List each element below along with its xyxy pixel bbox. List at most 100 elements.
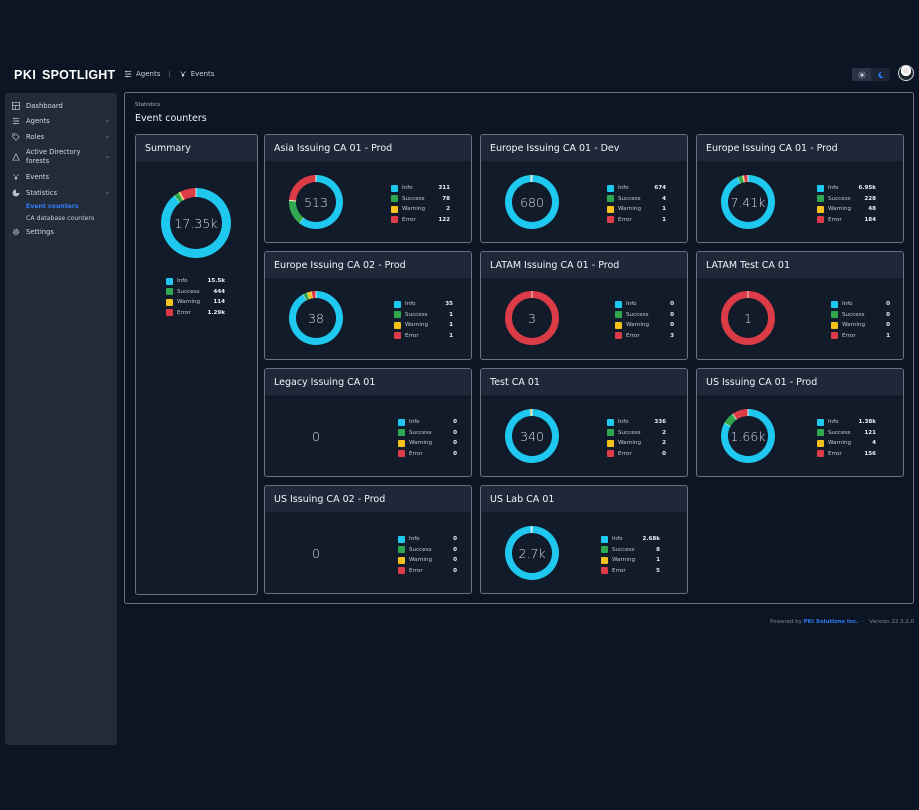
ca-card-us-lab-ca-01: US Lab CA 01 2.7k Info 2.68k Success 8 Warning… <box>480 485 688 594</box>
legend-item-info[interactable]: Info 0 <box>398 534 457 545</box>
donut-slice-error[interactable] <box>732 409 749 420</box>
legend-item-success[interactable]: Success 228 <box>817 194 876 205</box>
legend-label: Info <box>842 301 853 308</box>
theme-toggle[interactable] <box>852 68 890 81</box>
legend-item-error[interactable]: Error 1 <box>394 331 453 342</box>
legend-item-success[interactable]: Success 4 <box>607 194 666 205</box>
legend-item-info[interactable]: Info 35 <box>394 299 453 310</box>
legend-value: 2.68k <box>642 536 660 543</box>
donut-slice-success[interactable] <box>303 292 310 301</box>
legend-value: 5 <box>656 567 660 574</box>
legend-label: Success <box>409 429 432 436</box>
legend-item-info[interactable]: Info 2.68k <box>601 534 660 545</box>
legend-swatch-success <box>166 288 173 296</box>
legend-item-info[interactable]: Info 0 <box>615 299 674 310</box>
legend-item-warning[interactable]: Warning 1 <box>607 204 666 215</box>
sidebar-item-roles[interactable]: Roles <box>5 129 117 145</box>
donut-slice-success[interactable] <box>174 192 184 203</box>
sidebar-item-settings[interactable]: Settings <box>5 225 117 241</box>
legend-value: 0 <box>886 311 890 318</box>
legend-item-error[interactable]: Error 0 <box>398 566 457 577</box>
legend-item-success[interactable]: Success 1 <box>394 310 453 321</box>
legend-label: Info <box>177 278 188 285</box>
sidebar-item-events[interactable]: Events <box>5 170 117 186</box>
user-avatar[interactable] <box>898 65 914 81</box>
legend-item-success[interactable]: Success 0 <box>398 545 457 556</box>
legend-item-error[interactable]: Error 156 <box>817 449 876 460</box>
chart-legend: Info 35 Success 1 Warning 1 Error 1 <box>394 299 453 341</box>
legend-item-error[interactable]: Error 0 <box>607 449 666 460</box>
legend-swatch-info <box>391 184 398 192</box>
legend-item-warning[interactable]: Warning 1 <box>601 555 660 566</box>
legend-item-info[interactable]: Info 1.38k <box>817 417 876 428</box>
light-theme-button[interactable] <box>852 68 871 81</box>
sidebar-item-agents[interactable]: Agents <box>5 114 117 130</box>
legend-item-success[interactable]: Success 2 <box>607 428 666 439</box>
legend-item-info[interactable]: Info 0 <box>398 417 457 428</box>
legend-item-info[interactable]: Info 336 <box>607 417 666 428</box>
legend-item-success[interactable]: Success 8 <box>601 545 660 556</box>
legend-value: 156 <box>864 450 876 457</box>
legend-item-success[interactable]: Success 0 <box>615 310 674 321</box>
legend-item-warning[interactable]: Warning 114 <box>166 297 225 308</box>
legend-item-success[interactable]: Success 121 <box>817 428 876 439</box>
legend-item-error[interactable]: Error 1 <box>831 331 890 342</box>
chart-legend: Info 0 Success 0 Warning 0 Error 0 <box>398 417 457 459</box>
legend-item-success[interactable]: Success 0 <box>398 428 457 439</box>
legend-label: Success <box>828 429 851 436</box>
legend-item-warning[interactable]: Warning 4 <box>817 438 876 449</box>
legend-item-error[interactable]: Error 1.29k <box>166 308 225 319</box>
legend-value: 4 <box>872 440 876 447</box>
legend-item-warning[interactable]: Warning 0 <box>831 320 890 331</box>
legend-label: Warning <box>626 322 649 329</box>
top-bar: PKI SPOTLIGHT Agents | Events <box>0 64 919 86</box>
sidebar-item-active-directory-forests[interactable]: Active Directory forests <box>5 145 117 170</box>
sidebar-subitem-ca-database-counters[interactable]: CA database counters <box>5 213 117 225</box>
sidebar-subitem-event-counters[interactable]: Event counters <box>5 201 117 213</box>
legend-item-info[interactable]: Info 311 <box>391 183 450 194</box>
breadcrumb[interactable]: Statistics <box>135 102 160 108</box>
sidebar-item-statistics[interactable]: Statistics <box>5 185 117 201</box>
legend-label: Success <box>842 311 865 318</box>
legend-item-warning[interactable]: Warning 0 <box>398 555 457 566</box>
app-logo[interactable]: PKI SPOTLIGHT <box>14 68 115 82</box>
legend-item-error[interactable]: Error 3 <box>615 331 674 342</box>
legend-item-info[interactable]: Info 15.5k <box>166 276 225 287</box>
top-nav-events[interactable]: Events <box>179 70 214 78</box>
sidebar: Dashboard Agents Roles Active Directory … <box>5 93 117 745</box>
legend-item-warning[interactable]: Warning 2 <box>391 204 450 215</box>
donut-total-label: 513 <box>304 194 328 210</box>
legend-item-error[interactable]: Error 0 <box>398 449 457 460</box>
legend-item-warning[interactable]: Warning 48 <box>817 204 876 215</box>
legend-item-warning[interactable]: Warning 0 <box>615 320 674 331</box>
sidebar-item-dashboard[interactable]: Dashboard <box>5 98 117 114</box>
footer-company-link[interactable]: PKI Solutions Inc. <box>804 619 859 625</box>
legend-item-warning[interactable]: Warning 1 <box>394 320 453 331</box>
events-icon <box>180 71 186 78</box>
legend-label: Info <box>409 419 420 426</box>
legend-item-info[interactable]: Info 6.95k <box>817 183 876 194</box>
donut-slice-success[interactable] <box>737 175 745 184</box>
legend-item-warning[interactable]: Warning 2 <box>607 438 666 449</box>
donut-slice-success[interactable] <box>724 413 737 427</box>
legend-value: 1 <box>662 216 666 223</box>
legend-label: Warning <box>405 322 428 329</box>
donut-slice-error[interactable] <box>180 188 197 200</box>
donut-total-label: 38 <box>308 310 324 326</box>
top-nav-agents[interactable]: Agents <box>124 70 160 78</box>
dark-theme-button[interactable] <box>871 68 890 81</box>
legend-item-success[interactable]: Success 78 <box>391 194 450 205</box>
legend-value: 0 <box>662 450 666 457</box>
legend-item-info[interactable]: Info 674 <box>607 183 666 194</box>
main-panel: Statistics Event counters Summary 17.35k I… <box>124 92 914 604</box>
legend-item-info[interactable]: Info 0 <box>831 299 890 310</box>
legend-item-success[interactable]: Success 0 <box>831 310 890 321</box>
donut-slice-warning[interactable] <box>307 291 313 300</box>
legend-item-warning[interactable]: Warning 0 <box>398 438 457 449</box>
legend-item-error[interactable]: Error 1 <box>607 215 666 226</box>
legend-item-error[interactable]: Error 5 <box>601 566 660 577</box>
legend-item-error[interactable]: Error 184 <box>817 215 876 226</box>
legend-item-success[interactable]: Success 444 <box>166 287 225 298</box>
top-nav-agents-label: Agents <box>136 70 161 78</box>
legend-item-error[interactable]: Error 122 <box>391 215 450 226</box>
